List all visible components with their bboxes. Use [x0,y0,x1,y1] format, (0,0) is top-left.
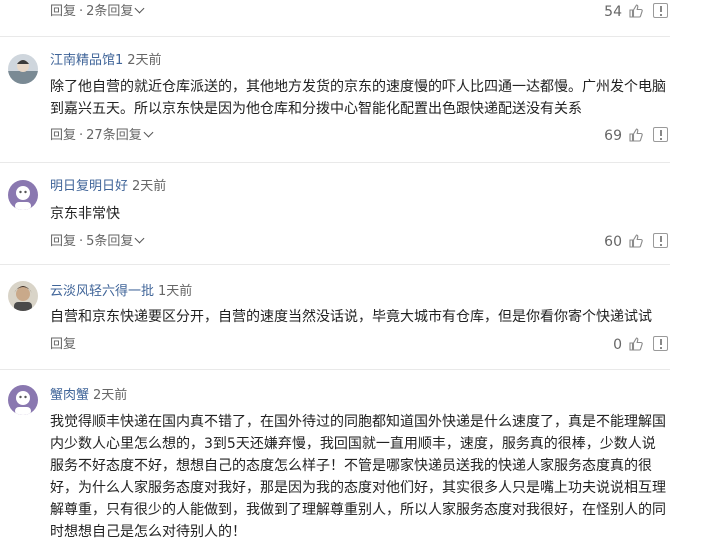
comment-text: 京东非常快 [50,203,670,225]
reply-button[interactable]: 回复 [50,4,76,19]
comment-text: 除了他自营的就近仓库派送的，其他地方发货的京东的速度慢的吓人比四通一达都慢。广州… [50,76,670,120]
reply-button[interactable]: 回复 [50,234,76,249]
report-icon[interactable] [653,127,668,142]
like-count: 69 [604,128,622,144]
divider [0,36,670,37]
thumbs-up-icon[interactable] [629,4,643,18]
avatar[interactable] [8,54,38,84]
divider [0,369,670,370]
comment-actions: 回复 · 5条回复 [50,233,145,251]
reply-button[interactable]: 回复 [50,337,76,352]
comment-line: 内少数人心里怎么想的，3到5天还嫌弃慢，我回国就一直用顺丰，速度，服务真的很棒，… [50,436,656,452]
comment-line: 到嘉兴五天。所以京东快是因为他仓库和分拨中心智能化配置出色跟快递配送没有关系 [50,101,582,117]
comment-meta: 蟹肉蟹 2天前 [50,387,127,405]
report-icon[interactable] [653,336,668,351]
comment-actions: 回复 [50,336,76,354]
comment-line: 时想想自己是怎么对待别人的！ [50,524,246,540]
comment-line: 除了他自营的就近仓库派送的，其他地方发货的京东的速度慢的吓人比四通一达都慢。广州… [50,79,666,95]
separator-dot: · [79,4,84,19]
comment-meta: 云淡风轻六得一批 1天前 [50,283,192,301]
username[interactable]: 江南精品馆1 [50,53,123,68]
timestamp: 2天前 [127,53,162,68]
comment-line: 自营和京东快递要区分开，自营的速度当然没话说，毕竟大城市有仓库，但是你看你寄个快… [50,309,652,325]
divider [0,162,670,163]
comment-line: 解尊重，只有很少的人能做到，我做到了理解尊重别人，所以人家服务态度对我很好，在怪… [50,502,666,518]
timestamp: 1天前 [158,284,193,299]
like-count: 60 [604,234,622,250]
chevron-down-icon [134,3,145,14]
comment-line: 京东非常快 [50,206,120,222]
comment-actions: 回复 · 27条回复 [50,127,154,145]
avatar[interactable] [8,385,38,415]
comment-meta: 江南精品馆1 2天前 [50,52,162,70]
username[interactable]: 蟹肉蟹 [50,388,89,403]
view-replies-button[interactable]: 2条回复 [86,3,145,19]
report-icon[interactable] [653,3,668,18]
thumbs-up-icon[interactable] [629,234,643,248]
username[interactable]: 云淡风轻六得一批 [50,284,154,299]
like-count: 54 [604,4,622,20]
view-replies-button[interactable]: 27条回复 [86,127,154,143]
comment-actions: 回复 · 2条回复 [50,3,145,21]
like-count: 0 [613,337,622,353]
separator-dot: · [79,234,84,249]
comment-text: 我觉得顺丰快递在国内真不错了，在国外待过的同胞都知道国外快递是什么速度了，真是不… [50,411,670,543]
chevron-down-icon [134,233,145,244]
username[interactable]: 明日复明日好 [50,179,128,194]
comment-line: 我觉得顺丰快递在国内真不错了，在国外待过的同胞都知道国外快递是什么速度了，真是不… [50,414,666,430]
avatar[interactable] [8,281,38,311]
divider [0,264,670,265]
chevron-down-icon [143,127,154,138]
comment-line: 服务不好态度不好，想想自己的态度怎么样子！不管是哪家快递员送我的快递人家服务态度… [50,458,652,474]
replies-count: 5条回复 [86,234,134,249]
comment-line: 好，为什么人家服务态度对我好，那是因为我的态度对他们好，其实很多人只是嘴上功夫说… [50,480,666,496]
thumbs-up-icon[interactable] [629,128,643,142]
replies-count: 27条回复 [86,128,142,143]
report-icon[interactable] [653,233,668,248]
separator-dot: · [79,128,84,143]
reply-button[interactable]: 回复 [50,128,76,143]
comment-text: 自营和京东快递要区分开，自营的速度当然没话说，毕竟大城市有仓库，但是你看你寄个快… [50,306,670,328]
view-replies-button[interactable]: 5条回复 [86,233,145,249]
timestamp: 2天前 [132,179,167,194]
avatar[interactable] [8,180,38,210]
timestamp: 2天前 [93,388,128,403]
comment-meta: 明日复明日好 2天前 [50,178,166,196]
thumbs-up-icon[interactable] [629,337,643,351]
replies-count: 2条回复 [86,4,134,19]
